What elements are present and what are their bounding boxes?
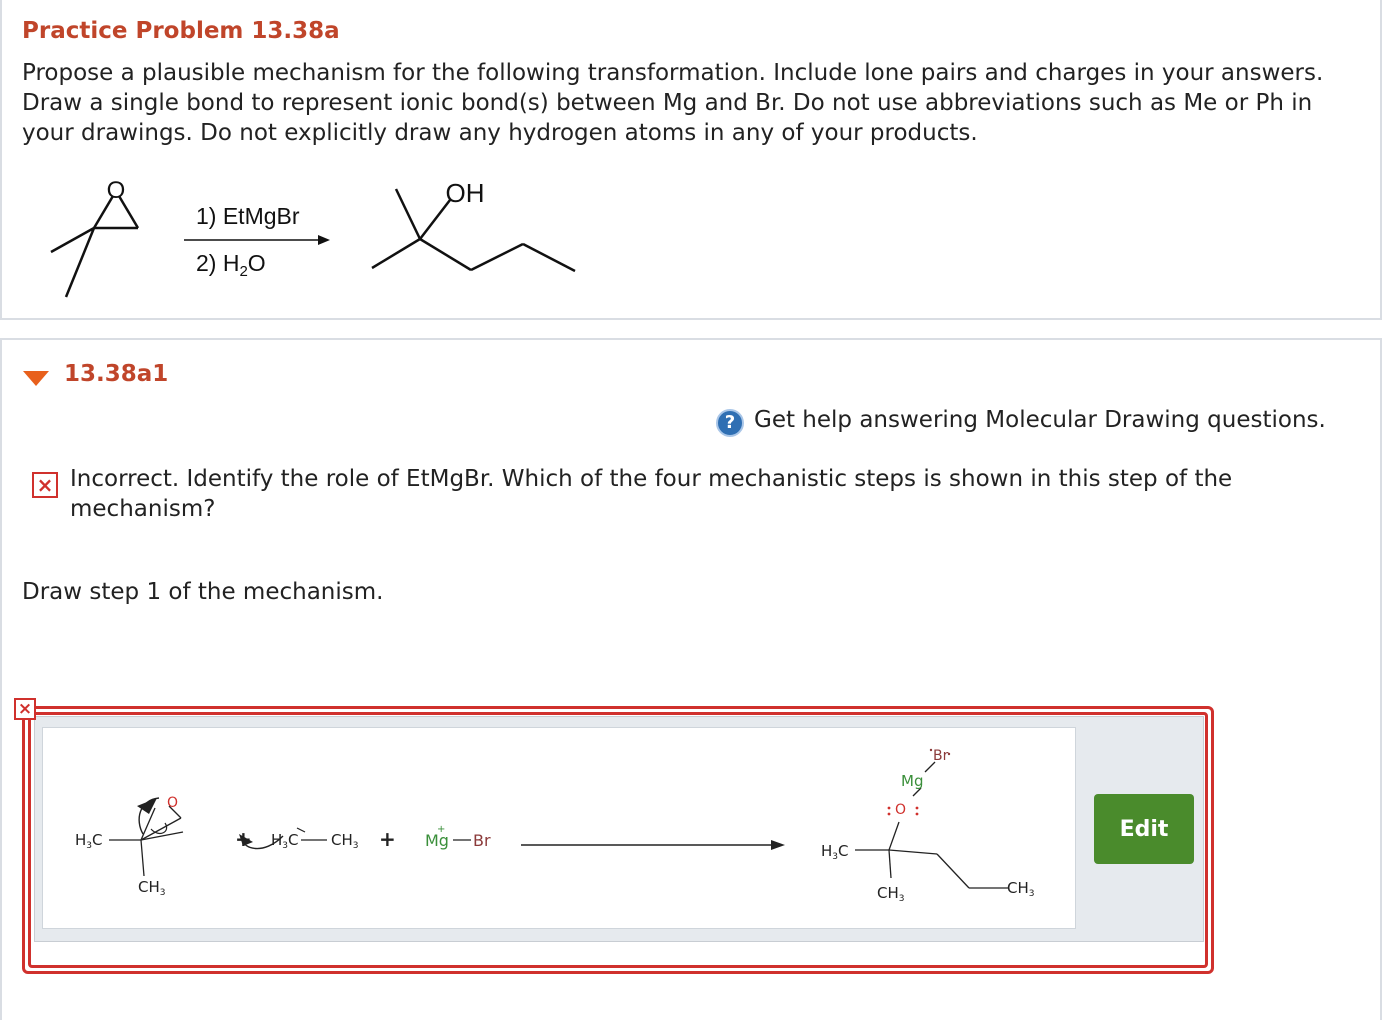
problem-text: Propose a plausible mechanism for the fo… (22, 60, 1324, 146)
reaction-scheme: O 1) EtMgBr 2) H2O OH (50, 177, 576, 298)
reactant-epoxide (50, 195, 140, 298)
reagent-step2: 2) H2O (196, 250, 266, 280)
product-oxygen: O (895, 802, 906, 818)
magnesium-charge: + (437, 824, 445, 835)
mechanism-drawing: O H3C CH3 + H3C CH3 + Mg + Br O (75, 748, 1035, 904)
edit-button[interactable]: Edit (1094, 794, 1194, 864)
bromine-atom: Br (473, 831, 491, 850)
part-id[interactable]: 13.38a1 (64, 361, 168, 387)
product-magnesium: Mg (901, 772, 923, 790)
help-link[interactable]: Get help answering Molecular Drawing que… (754, 407, 1326, 433)
product-methyl-bottom: CH3 (877, 884, 905, 904)
product-methyl-end: CH3 (1007, 879, 1035, 899)
product-bromine: Br (933, 748, 949, 764)
epoxide-methyl-left: H3C (75, 831, 103, 851)
epoxide-bonds (109, 805, 184, 877)
collapse-triangle-icon[interactable] (23, 371, 49, 386)
reagent-step1: 1) EtMgBr (196, 203, 300, 229)
ethyl-methyl: CH3 (331, 831, 359, 851)
ethyl-methylene: H3C (271, 831, 299, 851)
answer-incorrect-icon: × (14, 698, 36, 720)
drawing-canvas[interactable]: O H3C CH3 + H3C CH3 + Mg + Br O (42, 727, 1076, 929)
help-icon[interactable]: ? (716, 409, 744, 437)
product-hydroxyl: OH (446, 178, 485, 208)
epoxide-methyl-bottom: CH3 (138, 878, 166, 898)
incorrect-icon: × (32, 472, 58, 498)
product-bonds (855, 761, 1009, 889)
feedback-text: Incorrect. Identify the role of EtMgBr. … (70, 466, 1233, 522)
epoxide-oxygen: O (167, 795, 178, 811)
product-methyl-left: H3C (821, 842, 849, 862)
plus-sign-2: + (379, 827, 396, 851)
instruction-text: Draw step 1 of the mechanism. (22, 579, 384, 605)
problem-title: Practice Problem 13.38a (22, 18, 340, 44)
reactant-oxygen: O (107, 177, 126, 204)
